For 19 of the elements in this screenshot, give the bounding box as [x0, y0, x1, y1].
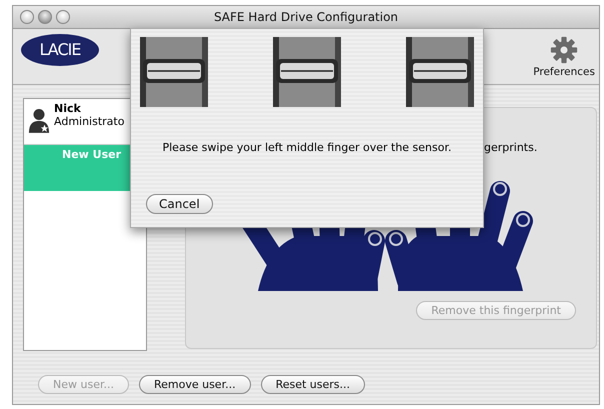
action-button[interactable]: Remove user... — [138, 375, 251, 394]
fingerprint-sensor-icon — [273, 37, 341, 107]
zoom-button[interactable] — [56, 10, 70, 24]
minimize-button[interactable] — [38, 10, 52, 24]
fingerprint-sensor-icon — [406, 37, 474, 107]
preferences-button[interactable]: Preferences — [533, 36, 595, 78]
sheet-message: Please swipe your left middle finger over the sensor. — [161, 141, 452, 154]
user-name: New User — [62, 148, 122, 161]
user-role: Administrato — [54, 115, 124, 128]
close-button[interactable] — [20, 10, 34, 24]
action-button[interactable]: Reset users... — [260, 375, 366, 394]
logo: LACIE — [21, 34, 99, 66]
instruction-text: gerprints. — [484, 141, 538, 154]
user-name: Nick — [54, 102, 82, 115]
user-icon — [28, 106, 50, 134]
window-title: SAFE Hard Drive Configuration — [214, 10, 398, 24]
cancel-button[interactable]: Cancel — [146, 194, 213, 214]
fingerprint-sensor-icon — [140, 37, 208, 107]
gear-icon — [550, 36, 578, 64]
